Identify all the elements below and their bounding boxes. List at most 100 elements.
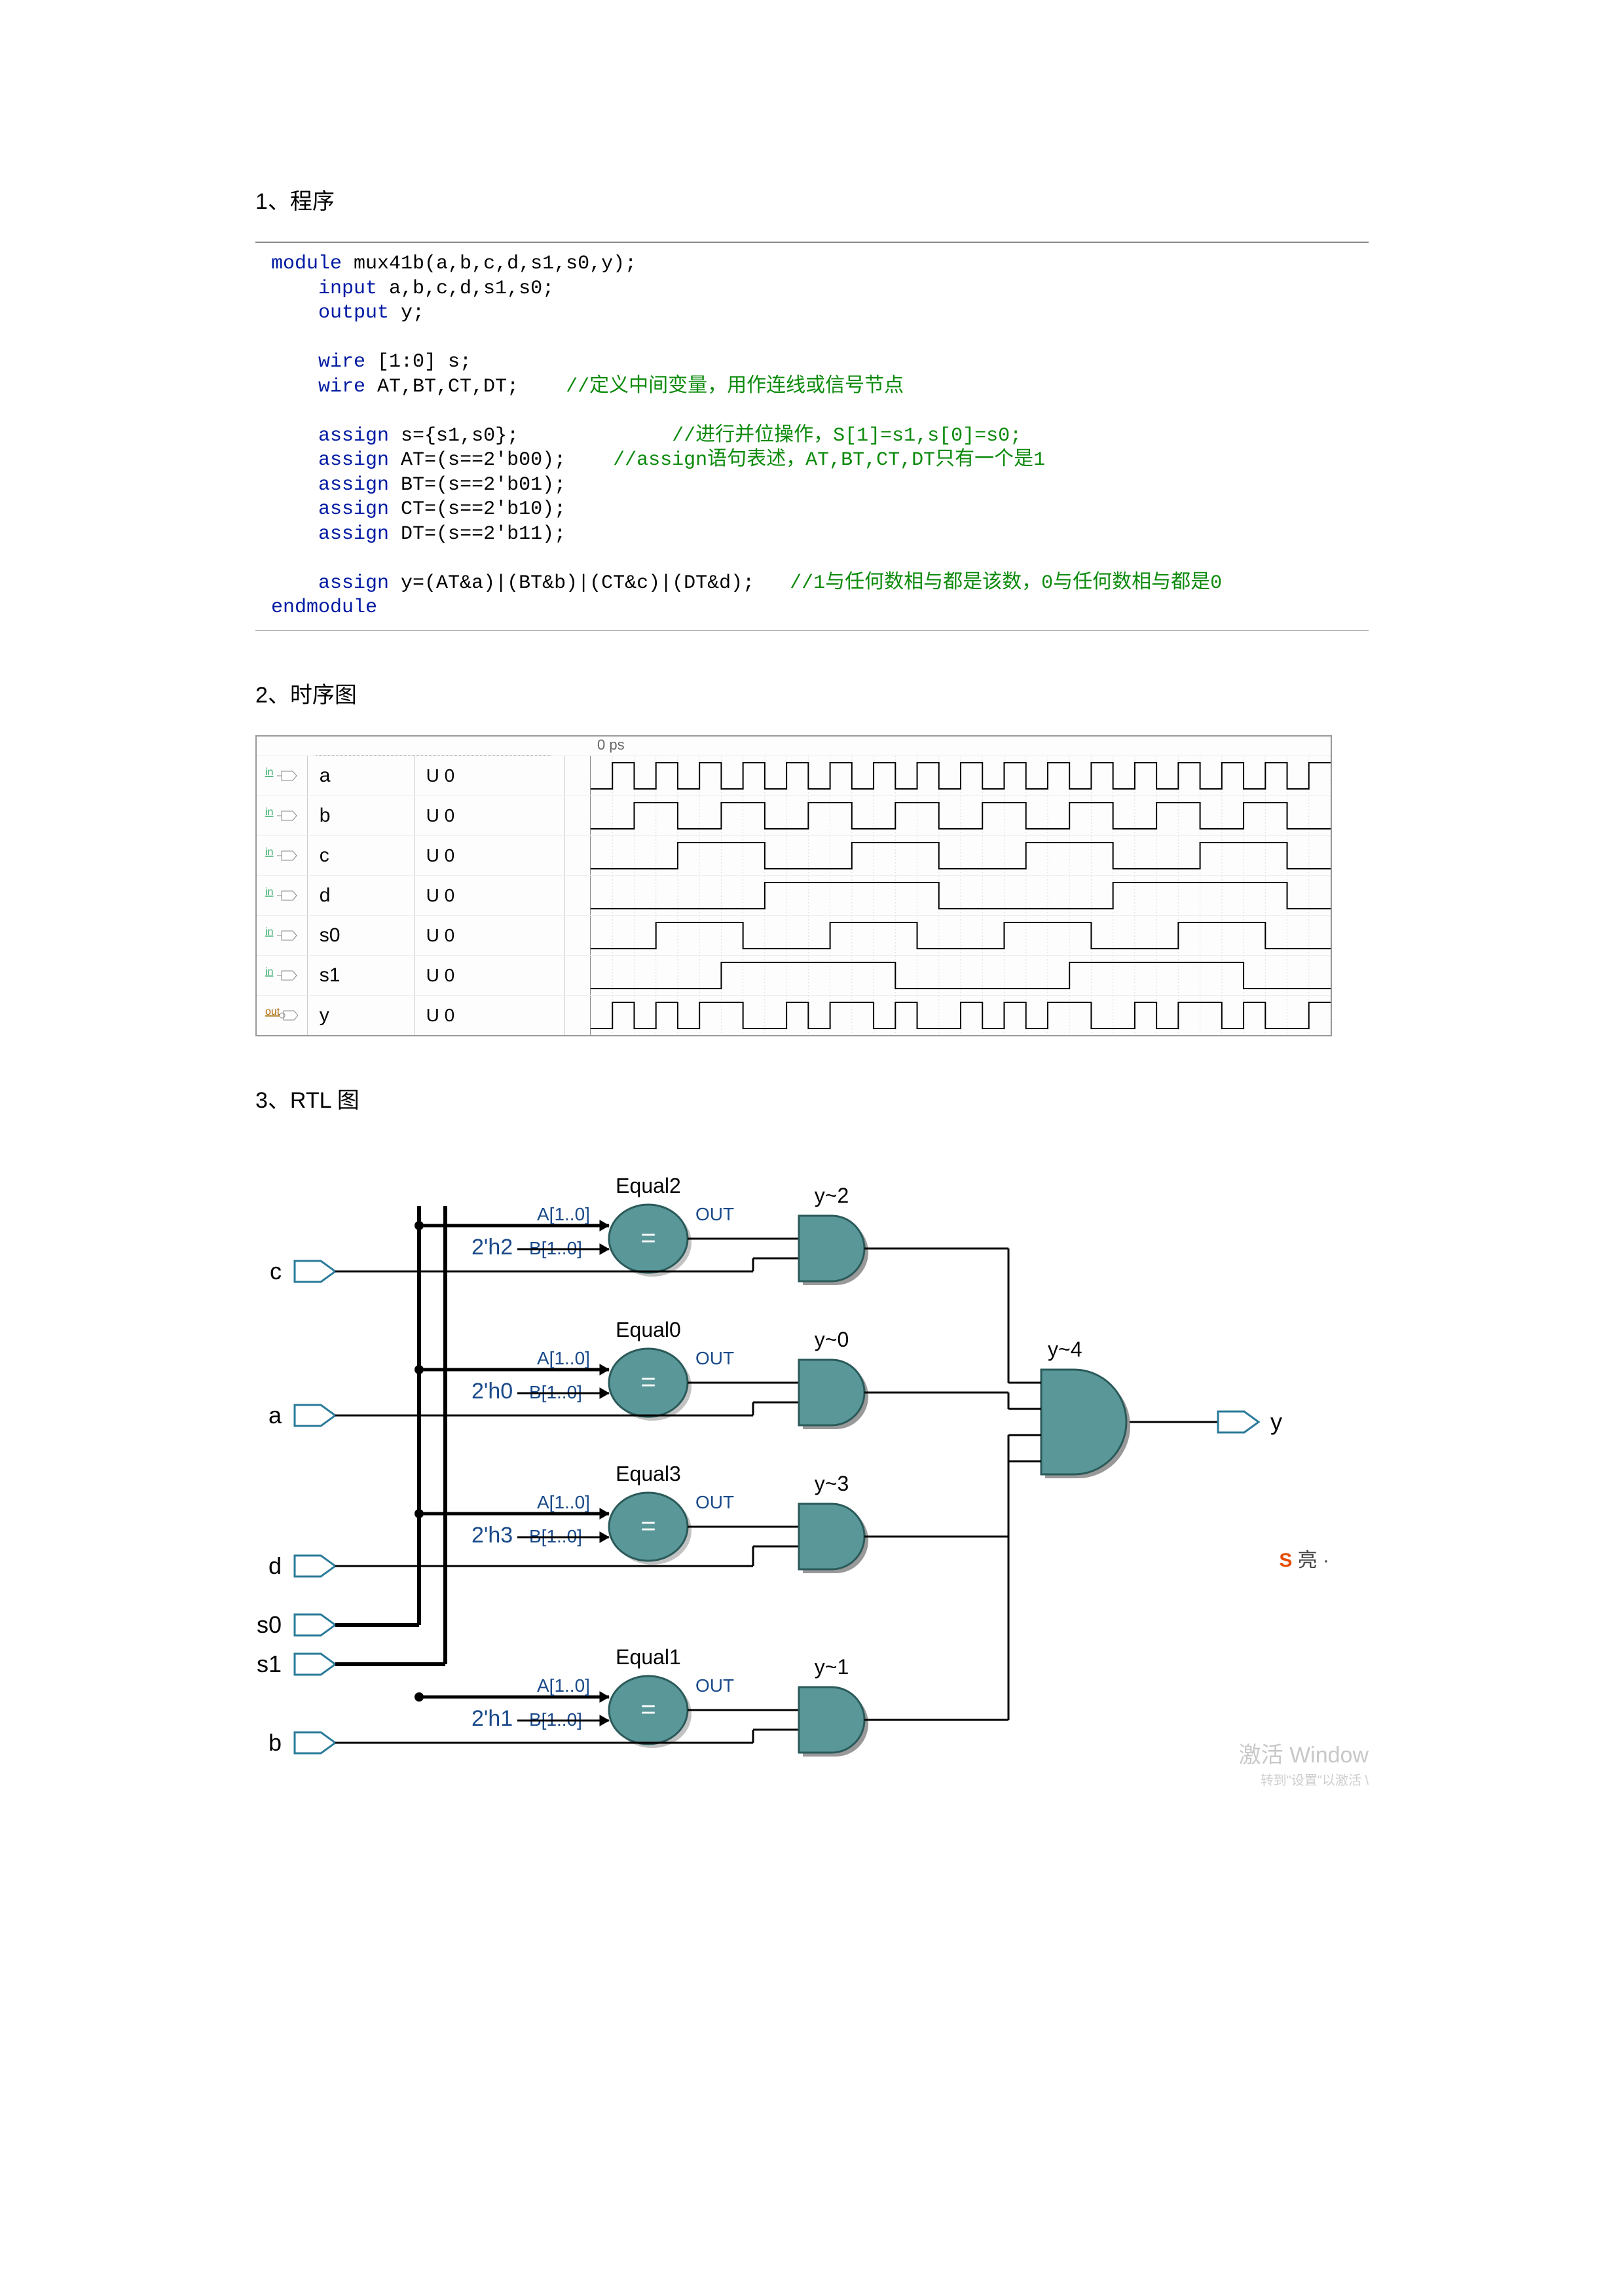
code: DT=(s==2'b11);	[389, 523, 566, 545]
svg-text:a: a	[268, 1402, 282, 1429]
svg-text:in: in	[265, 886, 273, 898]
section-title-3: 3、RTL 图	[255, 1082, 1369, 1114]
svg-text:A[1..0]: A[1..0]	[537, 1492, 590, 1512]
svg-text:Equal0: Equal0	[616, 1318, 681, 1341]
signal-name: b	[307, 796, 414, 835]
waveform	[591, 876, 1331, 915]
windows-watermark: 激活 Window	[1239, 1737, 1369, 1769]
kw: input	[318, 278, 377, 300]
svg-text:y~1: y~1	[815, 1655, 849, 1679]
signal-value: U 0	[414, 796, 564, 835]
comment: //进行并位操作，S[1]=s1,s[0]=s0;	[672, 425, 1022, 447]
wave-row: in dU 0	[257, 875, 1331, 915]
code: a,b,c,d,s1,s0;	[377, 278, 554, 300]
svg-text:d: d	[268, 1552, 282, 1579]
svg-text:OUT: OUT	[695, 1348, 734, 1368]
code: AT,BT,CT,DT;	[365, 376, 566, 398]
waveform	[591, 756, 1331, 795]
code: y=(AT&a)|(BT&b)|(CT&c)|(DT&d);	[389, 572, 790, 594]
svg-text:b: b	[268, 1729, 282, 1756]
svg-text:y: y	[1270, 1408, 1282, 1435]
signal-in-icon: in	[257, 766, 307, 786]
svg-text:s0: s0	[257, 1611, 282, 1638]
kw: assign	[318, 425, 389, 447]
svg-text:y~3: y~3	[815, 1472, 849, 1495]
svg-text:2'h1: 2'h1	[471, 1706, 513, 1731]
svg-text:Equal1: Equal1	[616, 1645, 681, 1669]
signal-in-icon: in	[257, 886, 307, 905]
comment: //assign语句表述，AT,BT,CT,DT只有一个是1	[613, 449, 1045, 471]
svg-text:c: c	[270, 1258, 282, 1285]
svg-text:A[1..0]: A[1..0]	[537, 1204, 590, 1224]
waveform	[591, 916, 1331, 955]
signal-name: s1	[307, 956, 414, 995]
kw: wire	[318, 376, 365, 398]
svg-text:OUT: OUT	[695, 1204, 734, 1224]
code: CT=(s==2'b10);	[389, 498, 566, 520]
code-block: module mux41b(a,b,c,d,s1,s0,y); input a,…	[255, 242, 1369, 631]
svg-text:in: in	[265, 926, 273, 938]
signal-value: U 0	[414, 756, 564, 795]
signal-name: a	[307, 756, 414, 795]
kw: assign	[318, 523, 389, 545]
signal-value: U 0	[414, 836, 564, 875]
svg-text:A[1..0]: A[1..0]	[537, 1675, 590, 1696]
svg-text:2'h3: 2'h3	[471, 1523, 513, 1548]
code: AT=(s==2'b00);	[389, 449, 613, 471]
svg-text:in: in	[265, 807, 273, 818]
svg-text:OUT: OUT	[695, 1492, 734, 1512]
signal-value: U 0	[414, 996, 564, 1035]
section-title-1: 1、程序	[255, 183, 1369, 215]
section-title-2: 2、时序图	[255, 677, 1369, 709]
signal-in-icon: in	[257, 966, 307, 985]
signal-value: U 0	[414, 876, 564, 915]
svg-text:A[1..0]: A[1..0]	[537, 1348, 590, 1368]
code: BT=(s==2'b01);	[389, 474, 566, 496]
sogou-badge: S 亮 ·	[1279, 1544, 1329, 1573]
signal-in-icon: in	[257, 846, 307, 866]
svg-text:2'h2: 2'h2	[471, 1235, 513, 1260]
signal-name: c	[307, 836, 414, 875]
kw: output	[318, 302, 389, 324]
svg-text:out: out	[265, 1006, 280, 1017]
code: mux41b(a,b,c,d,s1,s0,y);	[342, 253, 637, 275]
waveform	[591, 836, 1331, 875]
comment: //1与任何数相与都是该数，0与任何数相与都是0	[790, 572, 1222, 594]
windows-watermark-sub: 转到"设置"以激活 \	[1261, 1770, 1369, 1789]
code: y;	[389, 302, 424, 324]
svg-text:=: =	[640, 1368, 655, 1396]
signal-in-icon: in	[257, 806, 307, 826]
wave-row: in aU 0	[257, 756, 1331, 795]
kw: module	[271, 253, 342, 275]
svg-text:OUT: OUT	[695, 1675, 734, 1696]
code: [1:0] s;	[365, 351, 471, 373]
signal-value: U 0	[414, 916, 564, 955]
svg-text:=: =	[640, 1695, 655, 1724]
svg-text:in: in	[265, 847, 273, 858]
svg-text:Equal2: Equal2	[616, 1174, 681, 1197]
signal-name: y	[307, 996, 414, 1035]
waveform-panel: 0 ps inaU 0inbU 0incU 0indU 0ins0U 0ins1…	[255, 735, 1332, 1036]
wave-row: ins0U 0	[257, 915, 1331, 955]
signal-value: U 0	[414, 956, 564, 995]
signal-name: d	[307, 876, 414, 915]
svg-text:=: =	[640, 1512, 655, 1540]
svg-text:in: in	[265, 966, 273, 977]
waveform	[591, 796, 1331, 835]
time-label: 0 ps	[597, 737, 625, 754]
wave-row: in cU 0	[257, 835, 1331, 875]
kw: assign	[318, 498, 389, 520]
kw: assign	[318, 449, 389, 471]
svg-text:=: =	[640, 1224, 655, 1252]
wave-row: out yU 0	[257, 995, 1331, 1035]
svg-text:in: in	[265, 767, 273, 778]
signal-out-icon: out	[257, 1006, 307, 1025]
wave-row: in s1U 0	[257, 955, 1331, 995]
kw: assign	[318, 572, 389, 594]
svg-text:s1: s1	[257, 1650, 282, 1677]
kw: endmodule	[271, 596, 377, 619]
signal-in-icon: in	[257, 926, 307, 945]
svg-text:y~0: y~0	[815, 1328, 849, 1351]
rtl-diagram: cads0s1bEqual2A[1..0]2'h2B[1..0]=OUTEqua…	[255, 1140, 1329, 1808]
svg-text:Equal3: Equal3	[616, 1462, 681, 1485]
